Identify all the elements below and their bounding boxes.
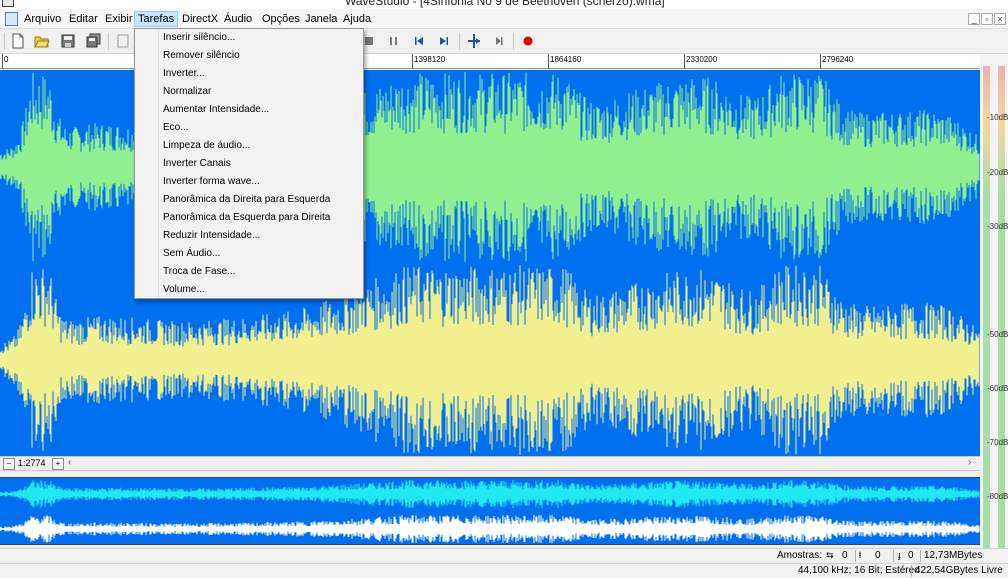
pause-icon[interactable] xyxy=(386,33,402,49)
wavestudio-window: WaveStudio - [4Sinfonia No 9 de Beethove… xyxy=(0,0,1008,578)
menu-editar[interactable]: Editar xyxy=(66,11,101,27)
marker-icon[interactable] xyxy=(466,33,482,49)
selection-start: 0 xyxy=(875,550,881,561)
scroll-right-arrow[interactable]: › xyxy=(968,457,971,468)
zoom-scroll-bar: − 1:2774 + ‹ › xyxy=(0,456,980,471)
selection-end: 0 xyxy=(908,550,914,561)
menu-exibir[interactable]: Exibir xyxy=(102,11,136,27)
menu-item-normalizar[interactable]: Normalizar xyxy=(162,83,360,101)
audio-format: 44,100 kHz; 16 Bit; Estéreo xyxy=(798,565,920,576)
ruler-label: 0 xyxy=(4,55,9,64)
toolbar-separator xyxy=(459,33,460,50)
menu-audio[interactable]: Áudio xyxy=(221,11,255,27)
tarefas-dropdown-menu: Inserir silêncio... Remover silêncio Inv… xyxy=(134,28,364,299)
menu-item-panoramica-direita-esquerda[interactable]: Panorâmica da Direita para Esquerda xyxy=(162,191,360,209)
meter-label: -50dB xyxy=(987,330,1008,339)
ruler-tick xyxy=(412,54,413,69)
right-level-bar xyxy=(998,66,1005,549)
menu-directx[interactable]: DirectX xyxy=(179,11,221,27)
open-folder-icon[interactable] xyxy=(34,33,50,49)
ruler-tick xyxy=(684,54,685,69)
waveform-channel xyxy=(0,480,980,508)
toolbar-separator xyxy=(108,33,109,50)
zoom-ratio: 1:2774 xyxy=(18,458,46,468)
close-button[interactable]: × xyxy=(994,13,1006,25)
document-icon[interactable] xyxy=(5,12,18,26)
samples-label: Amostras: xyxy=(777,550,823,561)
menu-item-panoramica-esquerda-direita[interactable]: Panorâmica da Esquerda para Direita xyxy=(162,209,360,227)
menu-item-sem-audio[interactable]: Sem Áudio... xyxy=(162,245,360,263)
menu-item-limpeza-de-audio[interactable]: Limpeza de áudio... xyxy=(162,137,360,155)
minimize-button[interactable]: _ xyxy=(968,13,980,25)
menu-ajuda[interactable]: Ajuda xyxy=(340,11,374,27)
zoom-out-button[interactable]: − xyxy=(3,458,15,470)
menu-item-troca-de-fase[interactable]: Troca de Fase... xyxy=(162,263,360,281)
status-separator xyxy=(920,550,921,562)
new-file-icon[interactable] xyxy=(10,33,26,49)
scroll-left-arrow[interactable]: ‹ xyxy=(68,457,71,468)
meter-label: -30dB xyxy=(987,222,1008,231)
meter-label: -10dB xyxy=(987,113,1008,122)
step-icon[interactable] xyxy=(491,33,507,49)
status-bar-bottom: 44,100 kHz; 16 Bit; Estéreo 422,54GBytes… xyxy=(0,563,1008,578)
end-icon: ɟ xyxy=(898,550,901,560)
menu-item-reduzir-intensidade[interactable]: Reduzir Intensidade... xyxy=(162,227,360,245)
level-meter: -10dB -20dB -30dB -50dB -60dB -70dB -80d… xyxy=(980,54,1008,549)
ruler-label: 2330200 xyxy=(686,55,718,64)
ruler-tick xyxy=(820,54,821,69)
cut-icon[interactable] xyxy=(116,33,132,49)
start-icon: ⱡ xyxy=(859,550,861,560)
meter-label: -80dB xyxy=(987,492,1008,501)
overview-waveform[interactable] xyxy=(0,477,980,545)
length-icon: ⇆ xyxy=(826,550,834,560)
restore-button[interactable]: ▫ xyxy=(981,13,993,25)
status-separator xyxy=(911,565,912,577)
status-bar-top: Amostras: ⇆ 0 ⱡ 0 ɟ 0 12,73MBytes xyxy=(0,548,1008,563)
menu-tarefas[interactable]: Tarefas xyxy=(134,11,179,27)
menu-janela[interactable]: Janela xyxy=(302,11,340,27)
menu-bar: Arquivo Editar Exibir Tarefas DirectX Áu… xyxy=(0,9,1008,29)
meter-label: -60dB xyxy=(987,384,1008,393)
ruler-label: 1864160 xyxy=(550,55,582,64)
meter-label: -20dB xyxy=(987,168,1008,177)
toolbar-separator xyxy=(4,33,5,50)
menu-item-inverter[interactable]: Inverter... xyxy=(162,65,360,83)
menu-item-remover-silencio[interactable]: Remover silêncio xyxy=(162,47,360,65)
toolbar-separator xyxy=(513,33,514,50)
title-bar: WaveStudio - [4Sinfonia No 9 de Beethove… xyxy=(0,0,1008,9)
save-all-icon[interactable] xyxy=(86,33,102,49)
stop-icon[interactable] xyxy=(362,33,378,49)
skip-start-icon[interactable] xyxy=(411,33,427,49)
ruler-label: 1398120 xyxy=(414,55,446,64)
menu-item-inserir-silencio[interactable]: Inserir silêncio... xyxy=(162,29,360,47)
save-icon[interactable] xyxy=(60,33,76,49)
menu-opcoes[interactable]: Opções xyxy=(259,11,303,27)
app-icon xyxy=(2,0,14,7)
waveform-channel xyxy=(0,515,980,543)
menu-icon-column xyxy=(135,29,159,298)
menu-item-aumentar-intensidade[interactable]: Aumentar Intensidade... xyxy=(162,101,360,119)
ruler-tick xyxy=(548,54,549,69)
zoom-in-button[interactable]: + xyxy=(52,458,64,470)
overview-svg xyxy=(0,480,980,543)
free-space: 422,54GBytes Livre xyxy=(915,565,1003,576)
record-icon[interactable] xyxy=(520,33,536,49)
ruler-label: 2796240 xyxy=(822,55,854,64)
menu-item-inverter-canais[interactable]: Inverter Canais xyxy=(162,155,360,173)
window-title: WaveStudio - [4Sinfonia No 9 de Beethove… xyxy=(345,0,665,8)
selection-length: 0 xyxy=(842,550,848,561)
ruler-tick xyxy=(2,54,3,69)
menu-item-eco[interactable]: Eco... xyxy=(162,119,360,137)
menu-item-volume[interactable]: Volume... xyxy=(162,281,360,299)
status-separator xyxy=(855,550,856,562)
meter-label: -70dB xyxy=(987,438,1008,447)
menu-item-inverter-forma-wave[interactable]: Inverter forma wave... xyxy=(162,173,360,191)
left-level-bar xyxy=(983,66,990,549)
status-separator xyxy=(893,550,894,562)
menu-arquivo[interactable]: Arquivo xyxy=(21,11,64,27)
file-size: 12,73MBytes xyxy=(924,550,983,561)
skip-end-icon[interactable] xyxy=(436,33,452,49)
